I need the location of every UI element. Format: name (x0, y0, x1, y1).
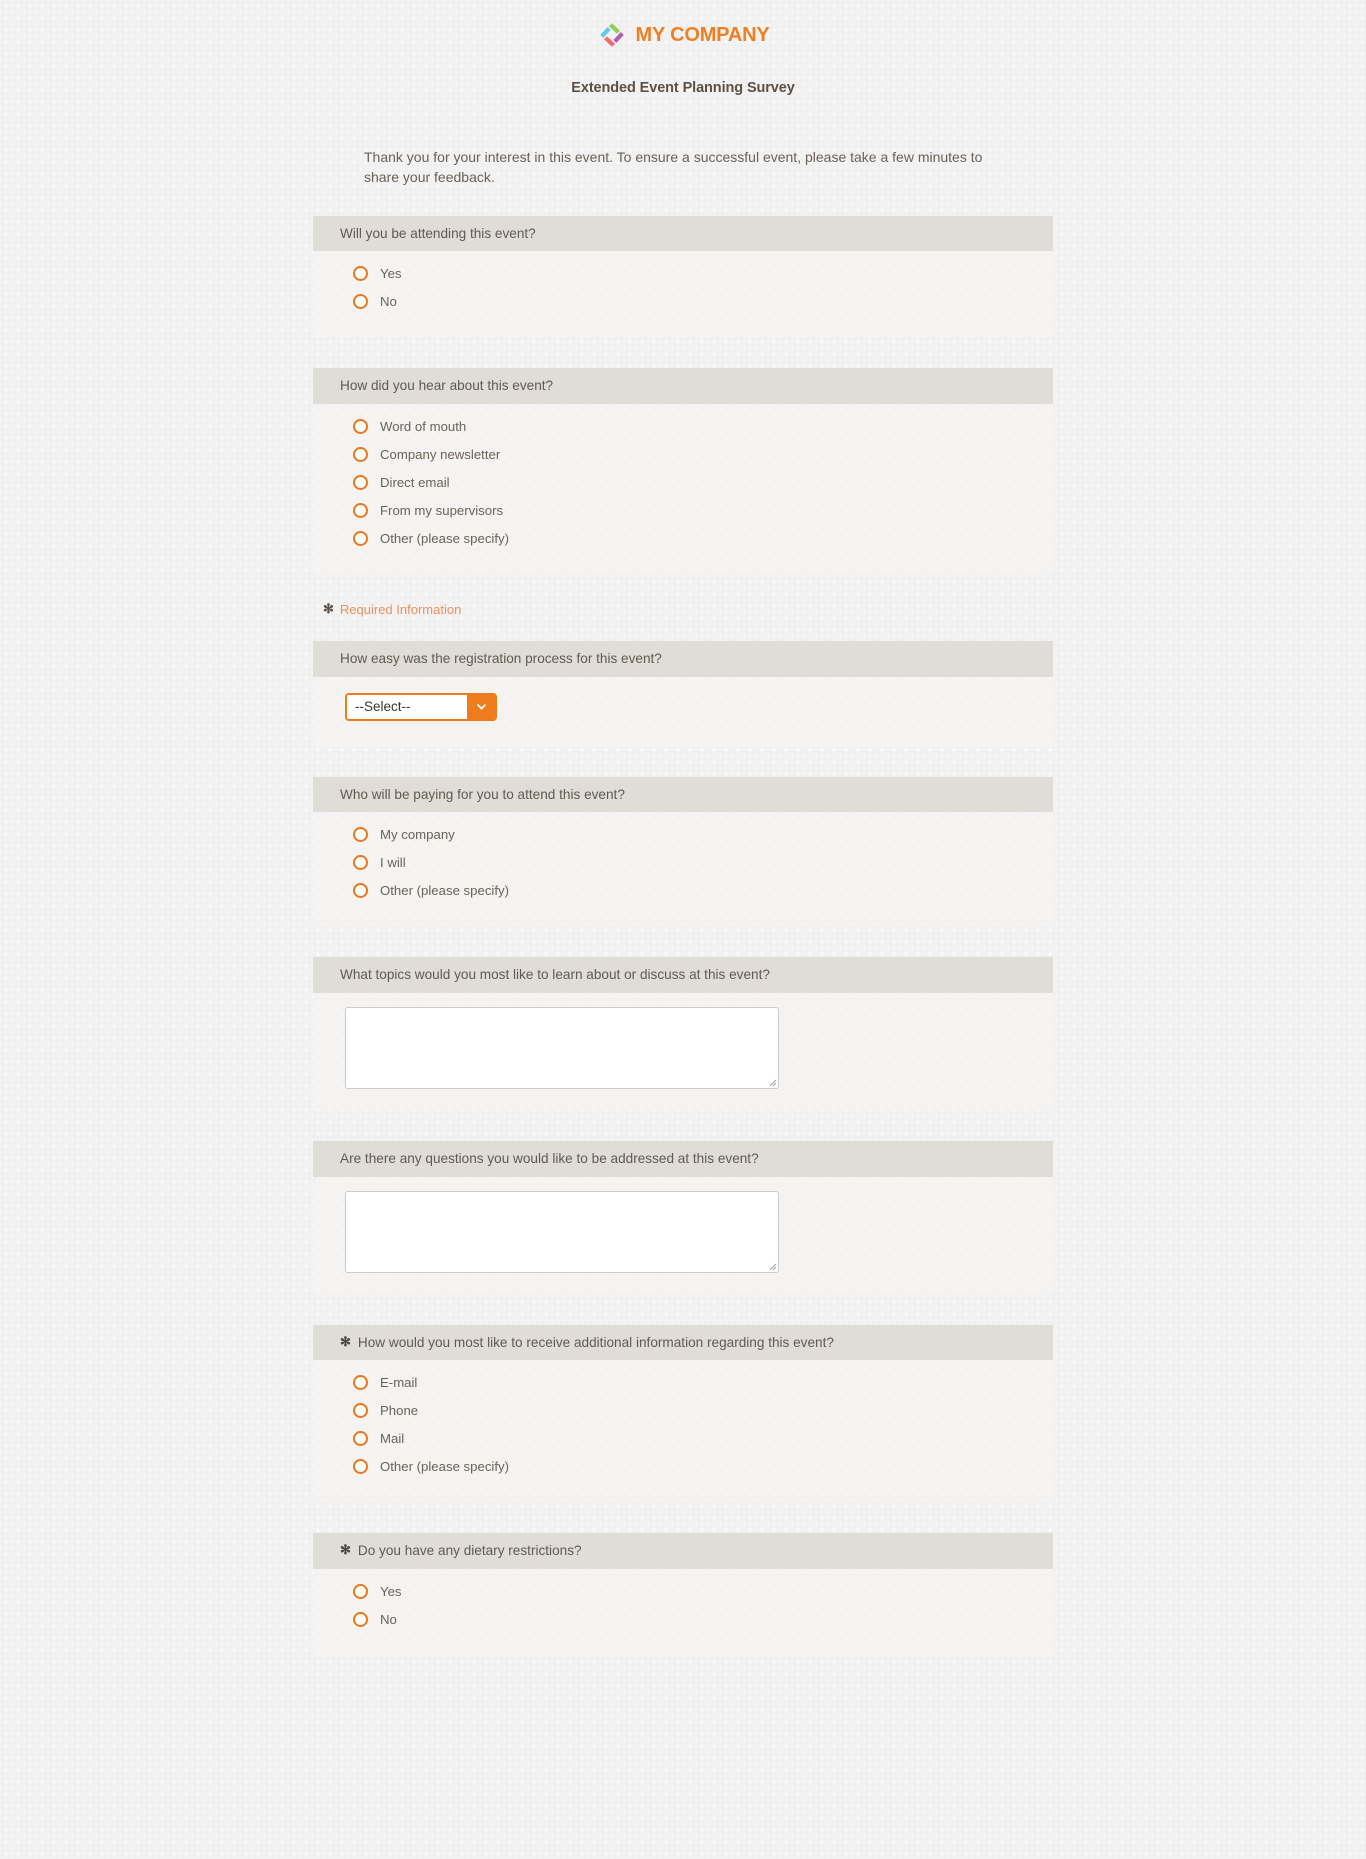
question-block-attending: Will you be attending this event? Yes No (313, 215, 1053, 339)
page-bottom-spacer (313, 1686, 1053, 1776)
radio-option-label: My company (380, 827, 455, 843)
radio-option-label: Phone (380, 1403, 419, 1419)
radio-option-label: Yes (380, 1584, 402, 1600)
radio-option-label: Word of mouth (380, 418, 467, 434)
radio-option-label: From my supervisors (380, 502, 504, 518)
question-block-who-pays: Who will be paying for you to attend thi… (313, 776, 1053, 928)
radio-icon[interactable] (353, 1584, 368, 1600)
radio-icon[interactable] (353, 855, 368, 871)
radio-icon[interactable] (353, 1459, 368, 1475)
asterisk-icon: ✻ (323, 601, 334, 617)
options-who-pays: My company I will Other (please specify) (313, 812, 1053, 913)
radio-option-other[interactable]: Other (please specify) (353, 1457, 1053, 1476)
radio-option-phone[interactable]: Phone (353, 1401, 1053, 1420)
chevron-down-icon[interactable] (467, 694, 495, 719)
select-container: --Select-- (313, 677, 1053, 733)
required-information-note: ✻ Required Information (313, 591, 1053, 619)
radio-icon[interactable] (353, 503, 368, 519)
radio-option-label: Yes (380, 266, 402, 282)
question-block-questions-addressed: Are there any questions you would like t… (313, 1141, 1053, 1295)
radio-option-label: I will (380, 855, 406, 871)
question-block-topics: What topics would you most like to learn… (313, 957, 1053, 1112)
options-dietary: Yes No (313, 1569, 1053, 1642)
question-block-contact-method: ✻ How would you most like to receive addi… (313, 1324, 1053, 1504)
topics-textarea[interactable] (345, 1007, 779, 1090)
radio-icon[interactable] (353, 294, 368, 310)
radio-icon[interactable] (353, 475, 368, 491)
radio-icon[interactable] (353, 419, 368, 435)
radio-option-dietary-no[interactable]: No (353, 1610, 1053, 1629)
required-information-label: Required Information (339, 601, 462, 617)
question-block-registration-ease: How easy was the registration process fo… (313, 641, 1053, 747)
radio-option-word-of-mouth[interactable]: Word of mouth (353, 417, 1053, 436)
question-block-how-heard: How did you hear about this event? Word … (313, 368, 1053, 576)
radio-icon[interactable] (353, 1375, 368, 1391)
registration-ease-select[interactable]: --Select-- (345, 692, 497, 721)
brand-name: MY COMPANY (635, 23, 770, 46)
radio-option-label: Other (please specify) (380, 883, 509, 899)
question-label-contact-method: ✻ How would you most like to receive addi… (313, 1324, 1053, 1361)
radio-option-label: Other (please specify) (380, 530, 509, 546)
radio-option-mail[interactable]: Mail (353, 1429, 1053, 1448)
radio-option-company-newsletter[interactable]: Company newsletter (353, 445, 1053, 464)
radio-option-i-will[interactable]: I will (353, 853, 1053, 872)
question-block-dietary: ✻ Do you have any dietary restrictions? Y… (313, 1533, 1053, 1657)
radio-option-attending-no[interactable]: No (353, 292, 1053, 311)
radio-icon[interactable] (353, 447, 368, 463)
radio-icon[interactable] (353, 883, 368, 899)
select-value: --Select-- (347, 694, 467, 719)
question-label-topics: What topics would you most like to learn… (313, 957, 1053, 994)
survey-page: MY COMPANY Extended Event Planning Surve… (0, 0, 1366, 1776)
pinwheel-diamond-logo-icon (597, 20, 627, 50)
radio-option-label: No (380, 1612, 397, 1628)
question-label-registration-ease: How easy was the registration process fo… (313, 641, 1053, 677)
questions-addressed-textarea-container (313, 1177, 1053, 1281)
radio-icon[interactable] (353, 266, 368, 282)
radio-option-direct-email[interactable]: Direct email (353, 473, 1053, 492)
asterisk-icon: ✻ (340, 1333, 351, 1349)
radio-option-label: Company newsletter (380, 446, 501, 462)
question-text: How would you most like to receive addit… (357, 1334, 834, 1350)
radio-icon[interactable] (353, 1431, 368, 1447)
question-label-who-pays: Who will be paying for you to attend thi… (313, 776, 1053, 813)
radio-option-my-company[interactable]: My company (353, 825, 1053, 844)
intro-text: Thank you for your interest in this even… (364, 149, 983, 185)
asterisk-icon: ✻ (340, 1542, 351, 1558)
radio-icon[interactable] (353, 827, 368, 843)
radio-option-label: Mail (380, 1431, 405, 1447)
questions-container: Will you be attending this event? Yes No… (313, 188, 1053, 1776)
options-attending: Yes No (313, 251, 1053, 324)
questions-addressed-textarea[interactable] (345, 1190, 779, 1273)
radio-option-label: No (380, 294, 397, 310)
question-label-dietary: ✻ Do you have any dietary restrictions? (313, 1533, 1053, 1570)
radio-option-other[interactable]: Other (please specify) (353, 881, 1053, 900)
radio-icon[interactable] (353, 531, 368, 547)
brand-header: MY COMPANY (0, 0, 1366, 54)
options-how-heard: Word of mouth Company newsletter Direct … (313, 404, 1053, 561)
page-title: Extended Event Planning Survey (571, 80, 795, 96)
question-text: Do you have any dietary restrictions? (357, 1543, 582, 1559)
question-label-attending: Will you be attending this event? (313, 215, 1053, 252)
question-label-questions-addressed: Are there any questions you would like t… (313, 1141, 1053, 1177)
radio-option-other[interactable]: Other (please specify) (353, 529, 1053, 548)
topics-textarea-container (313, 993, 1053, 1097)
question-label-how-heard: How did you hear about this event? (313, 368, 1053, 405)
radio-option-from-supervisors[interactable]: From my supervisors (353, 501, 1053, 520)
radio-icon[interactable] (353, 1612, 368, 1628)
radio-option-attending-yes[interactable]: Yes (353, 264, 1053, 283)
radio-icon[interactable] (353, 1403, 368, 1419)
radio-option-dietary-yes[interactable]: Yes (353, 1582, 1053, 1601)
radio-option-label: Direct email (380, 474, 450, 490)
radio-option-label: E-mail (380, 1375, 418, 1391)
radio-option-label: Other (please specify) (380, 1459, 509, 1475)
options-contact-method: E-mail Phone Mail Other (please specify) (313, 1360, 1053, 1489)
radio-option-email[interactable]: E-mail (353, 1373, 1053, 1392)
